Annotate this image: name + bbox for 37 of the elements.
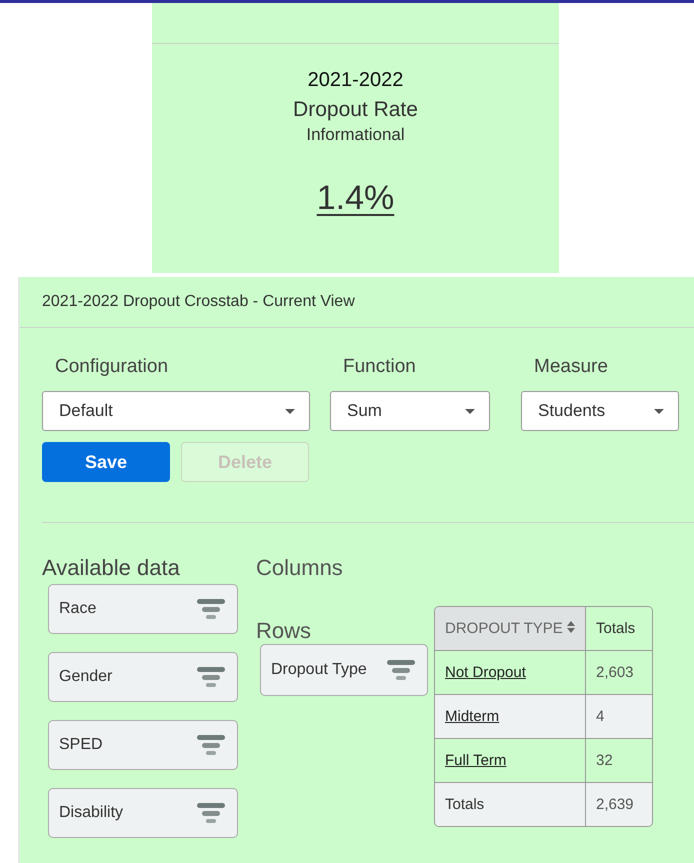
field-chip[interactable]: Race <box>48 584 238 634</box>
dropdown[interactable]: Students <box>521 391 679 431</box>
filter-icon <box>197 599 225 619</box>
table-cell: 2,639 <box>586 783 652 826</box>
field-chip[interactable]: Disability <box>48 788 238 838</box>
table-cell: 4 <box>586 695 652 739</box>
field-chip[interactable]: Gender <box>48 652 238 702</box>
card-title: Dropout Rate <box>293 98 418 122</box>
rows-heading: Rows <box>256 618 312 644</box>
sort-icon <box>566 621 575 633</box>
select-label: Configuration <box>54 356 170 378</box>
dropdown[interactable]: Default <box>42 391 310 431</box>
column-header: Totals <box>586 607 652 651</box>
column-header[interactable]: DROPOUT TYPE <box>435 607 586 651</box>
caret-icon <box>285 408 295 414</box>
caret-icon <box>465 408 475 414</box>
dropdown[interactable]: Sum <box>330 391 490 431</box>
filter-icon <box>197 667 225 687</box>
available-data-heading: Available data <box>42 555 181 581</box>
select-label: Function <box>342 356 417 378</box>
field-chip[interactable]: SPED <box>48 720 238 770</box>
card-year: 2021-2022 <box>308 69 404 92</box>
filter-icon <box>387 660 415 680</box>
filter-icon <box>197 803 225 823</box>
rate-value-link[interactable]: 1.4% <box>316 179 394 218</box>
columns-heading: Columns <box>256 555 344 581</box>
row-link[interactable]: Midterm <box>445 708 500 725</box>
caret-icon <box>654 408 664 414</box>
row-link[interactable]: Full Term <box>445 752 506 769</box>
card-subtitle: Informational <box>306 125 405 145</box>
action-button[interactable]: Save <box>42 442 170 482</box>
select-label: Measure <box>533 356 609 378</box>
row-link[interactable]: Not Dropout <box>445 664 526 681</box>
filter-icon <box>197 735 225 755</box>
table-cell: Totals <box>435 783 586 826</box>
field-chip[interactable]: Dropout Type <box>260 644 428 696</box>
panel-title: 2021-2022 Dropout Crosstab - Current View <box>42 293 355 311</box>
